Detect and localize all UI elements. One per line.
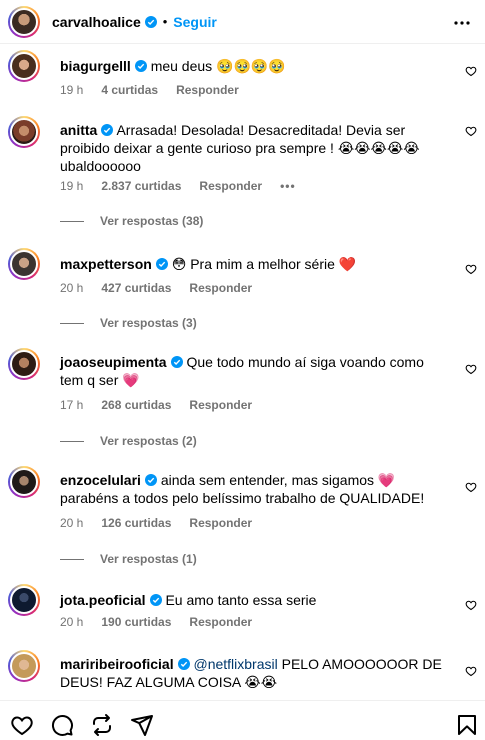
commenter-avatar[interactable] [8,584,40,616]
comment-likes[interactable]: 2.837 curtidas [101,179,181,193]
send-icon[interactable] [130,713,154,737]
comments-list: biagurgelll meu deus 🥹🥹🥹🥹 19 h 4 curtida… [0,44,485,700]
comment-username[interactable]: biagurgelll [60,58,131,74]
verified-icon [144,15,157,28]
replies-label: Ver respostas (1) [100,552,197,566]
heart-icon[interactable] [465,65,477,77]
comment-meta: 20 h 190 curtidas Responder [60,615,270,629]
comment-username[interactable]: enzocelulari [60,472,141,488]
comment-meta: 17 h 268 curtidas Responder [60,398,270,412]
verified-icon [155,258,168,270]
comment-likes[interactable]: 4 curtidas [101,83,158,97]
comment-mention[interactable]: @netflixbrasil [193,656,277,672]
replies-line [60,220,84,222]
comment-more-button[interactable]: ••• [280,179,296,193]
replies-line [60,322,84,324]
reply-button[interactable]: Responder [199,179,262,193]
commenter-avatar[interactable] [8,50,40,82]
reply-button[interactable]: Responder [189,516,252,530]
comment-likes[interactable]: 190 curtidas [101,615,171,629]
author-avatar[interactable] [8,5,40,38]
comment-meta: 19 h 2.837 curtidas Responder ••• [60,179,314,193]
verified-icon [144,474,157,486]
comment-username[interactable]: jota.peoficial [60,592,146,608]
more-icon[interactable] [453,14,471,32]
author-username[interactable]: carvalhoalice [52,14,141,30]
comment-time: 20 h [60,516,84,530]
comment-likes[interactable]: 427 curtidas [101,281,171,295]
comment-likes[interactable]: 126 curtidas [101,516,171,530]
comment-username[interactable]: anitta [60,122,97,138]
verified-icon [101,124,114,136]
comment-body: jota.peoficial Eu amo tanto essa serie [60,591,445,609]
reply-button[interactable]: Responder [176,83,239,97]
reply-button[interactable]: Responder [189,281,252,295]
commenter-avatar[interactable] [8,466,40,498]
comment-text: Eu amo tanto essa serie [165,592,317,608]
comment-text: Arrasada! Desolada! Desacreditada! Devia… [60,122,420,174]
heart-icon[interactable] [465,263,477,275]
post-header: carvalhoalice • Seguir [0,0,485,44]
verified-icon [170,356,183,368]
comment-time: 20 h [60,615,84,629]
comment-meta: 20 h 126 curtidas Responder [60,516,270,530]
view-replies-button[interactable]: Ver respostas (3) [60,316,197,330]
replies-label: Ver respostas (3) [100,316,197,330]
view-replies-button[interactable]: Ver respostas (1) [60,552,197,566]
comment-body: anitta Arrasada! Desolada! Desacreditada… [60,121,445,175]
reply-button[interactable]: Responder [189,398,252,412]
comment-username[interactable]: mariribeirooficial [60,656,174,672]
share-icon[interactable] [90,713,114,737]
comment-body: maxpetterson 😳 Pra mim a melhor série ❤️ [60,255,445,273]
header-separator: • [162,14,168,29]
bookmark-icon[interactable] [455,713,479,737]
verified-icon [149,594,162,606]
verified-icon [134,60,147,72]
comment-meta: 20 h 427 curtidas Responder [60,281,270,295]
view-replies-button[interactable]: Ver respostas (2) [60,434,197,448]
comment-body: joaoseupimenta Que todo mundo aí siga vo… [60,353,445,389]
action-bar [0,700,485,740]
verified-icon [177,658,190,670]
heart-icon[interactable] [465,665,477,677]
heart-icon[interactable] [465,125,477,137]
comment-text: meu deus 🥹🥹🥹🥹 [150,58,286,74]
follow-button[interactable]: Seguir [173,14,217,30]
commenter-avatar[interactable] [8,248,40,280]
heart-icon[interactable] [465,599,477,611]
comment-body: biagurgelll meu deus 🥹🥹🥹🥹 [60,57,445,75]
commenter-avatar[interactable] [8,650,40,682]
comment-username[interactable]: maxpetterson [60,256,152,272]
comment-time: 19 h [60,179,84,193]
replies-label: Ver respostas (38) [100,214,204,228]
comment-time: 17 h [60,398,84,412]
reply-button[interactable]: Responder [189,615,252,629]
view-replies-button[interactable]: Ver respostas (38) [60,214,203,228]
like-icon[interactable] [10,713,34,737]
replies-line [60,440,84,442]
comment-time: 19 h [60,83,84,97]
heart-icon[interactable] [465,363,477,375]
comment-time: 20 h [60,281,84,295]
commenter-avatar[interactable] [8,116,40,148]
comment-body: mariribeirooficial @netflixbrasil PELO A… [60,655,445,691]
comment-meta: 19 h 4 curtidas Responder [60,83,257,97]
comment-body: enzocelulari ainda sem entender, mas sig… [60,471,445,507]
comment-username[interactable]: joaoseupimenta [60,354,167,370]
comment-icon[interactable] [50,713,74,737]
comment-likes[interactable]: 268 curtidas [101,398,171,412]
heart-icon[interactable] [465,481,477,493]
comment-text: 😳 Pra mim a melhor série ❤️ [171,256,357,272]
commenter-avatar[interactable] [8,348,40,380]
replies-line [60,558,84,560]
replies-label: Ver respostas (2) [100,434,197,448]
